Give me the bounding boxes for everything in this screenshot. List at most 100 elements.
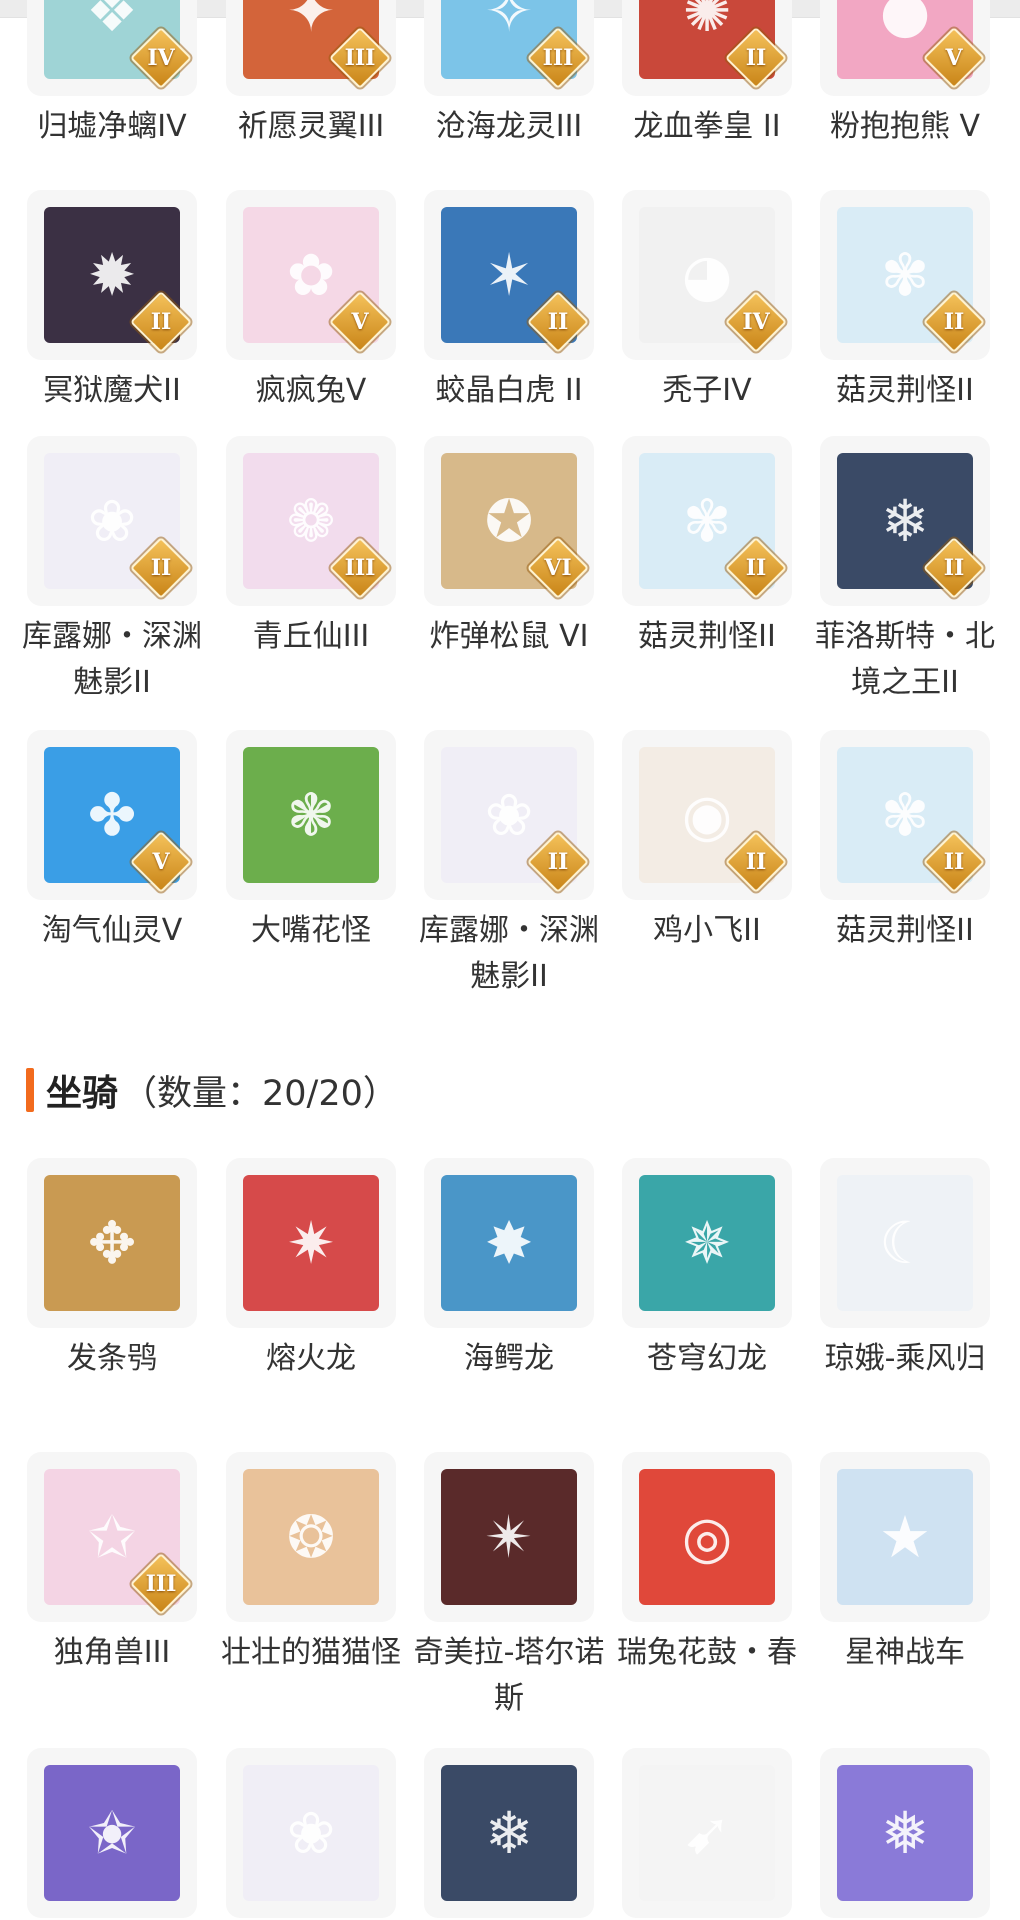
rank-badge-label: II [943,309,965,335]
item-card[interactable]: ✾ II [820,190,990,360]
item-label: 琼娥-乘风归 [824,1341,986,1376]
item-art-glyph: ✵ [682,1209,732,1277]
item-card[interactable]: ✶ II [424,190,594,360]
rank-badge-label: V [152,849,170,875]
item-card[interactable]: ✾ II [820,730,990,900]
item-card[interactable]: ✦ III [226,0,396,96]
item-card[interactable]: ❀ II [27,436,197,606]
item-label: 菇灵荆怪II [836,913,974,948]
item-art-glyph: ✸ [484,1209,534,1277]
item-label: 祈愿灵翼III [237,109,385,144]
rank-badge-label: III [344,45,376,71]
item-card[interactable]: ✬ [27,1748,197,1918]
item-label: 炸弹松鼠 VI [429,619,589,654]
item-label: 大嘴花怪 [251,913,371,948]
rank-badge-label: II [150,309,172,335]
rank-badge-label: IV [742,309,770,335]
item-art-glyph: ❄ [484,1799,534,1867]
star-horse-icon: ★ [837,1469,973,1605]
item-label: 淘气仙灵V [41,913,183,948]
item-card[interactable]: ❀ II [424,730,594,900]
item-card[interactable]: ✴ [424,1452,594,1622]
rank-badge-label: III [542,45,574,71]
rank-badge-label: II [745,849,767,875]
rank-badge-label: III [344,555,376,581]
section-title: 坐骑 [46,1073,119,1114]
item-label: 熔火龙 [266,1341,356,1376]
rank-badge-label: V [945,45,963,71]
item-label: 海鳄龙 [464,1341,554,1376]
mounts-section-header: 坐骑 （数量：20/20） [26,1066,398,1114]
item-label: 粉抱抱熊 V [829,109,981,144]
fire-dragon-icon: ✷ [243,1175,379,1311]
rank-badge-label: II [547,309,569,335]
item-art-glyph: ✴ [484,1503,534,1571]
item-label: 菲洛斯特・北境之王II [815,619,995,700]
item-label: 菇灵荆怪II [638,619,776,654]
item-label: 库露娜・深渊魅影II [419,913,599,994]
item-label: 星神战车 [845,1635,965,1670]
item-card[interactable]: ✤ V [27,730,197,900]
item-label: 鸡小飞II [653,913,761,948]
item-card[interactable]: ✪ VI [424,436,594,606]
section-accent-bar [26,1068,34,1112]
item-card[interactable]: ✧ III [424,0,594,96]
rank-badge-label: VI [544,555,572,581]
item-art-glyph: ❂ [286,1503,336,1571]
item-art-glyph: ❅ [880,1799,930,1867]
rank-badge-label: II [745,45,767,71]
item-card[interactable]: ✵ [622,1158,792,1328]
item-card[interactable]: ✺ II [622,0,792,96]
item-art-glyph: ◎ [681,1503,733,1571]
section-count: （数量：20/20） [122,1073,398,1114]
rank-badge-label: IV [147,45,175,71]
item-label: 疯疯兔V [255,373,367,408]
rank-badge-label: II [943,849,965,875]
item-card[interactable]: ★ [820,1452,990,1622]
rank-badge-label: V [351,309,369,335]
item-card[interactable]: ✿ V [226,190,396,360]
item-art-glyph: ❀ [286,1799,336,1867]
item-card[interactable]: ❄ II [820,436,990,606]
item-card[interactable]: ◉ II [622,730,792,900]
item-card[interactable]: ❖ IV [27,0,197,96]
item-label: 秃子IV [662,373,752,408]
item-card[interactable]: ✹ II [27,190,197,360]
item-art-glyph: ★ [879,1503,931,1571]
item-label: 奇美拉-塔尔诺斯 [413,1635,605,1716]
item-card[interactable]: ● V [820,0,990,96]
item-card[interactable]: ❂ [226,1452,396,1622]
item-art-glyph: ❃ [286,781,336,849]
item-card[interactable]: ❁ III [226,436,396,606]
moon-lady-icon: ☾ [837,1175,973,1311]
item-label: 库露娜・深渊魅影II [22,619,202,700]
item-label: 蛟晶白虎 II [435,373,583,408]
item-card[interactable]: ➹ [622,1748,792,1918]
item-card[interactable]: ❅ [820,1748,990,1918]
item-card[interactable]: ☾ [820,1158,990,1328]
snow-owl-icon: ❅ [837,1765,973,1901]
item-art-glyph: ☾ [879,1209,931,1277]
item-label: 冥狱魔犬II [43,373,181,408]
sky-dragon-icon: ✵ [639,1175,775,1311]
item-card[interactable]: ❀ [226,1748,396,1918]
phantom-girl-icon: ❀ [243,1765,379,1901]
purple-dragon-icon: ✬ [44,1765,180,1901]
item-card[interactable]: ◎ [622,1452,792,1622]
item-card[interactable]: ✸ [424,1158,594,1328]
drum-icon: ◎ [639,1469,775,1605]
item-card[interactable]: ❃ [226,730,396,900]
frost-king-icon: ❄ [441,1765,577,1901]
item-card[interactable]: ❄ [424,1748,594,1918]
item-card[interactable]: ✾ II [622,436,792,606]
item-card[interactable]: ✥ [27,1158,197,1328]
item-label: 沧海龙灵III [435,109,583,144]
rank-badge-label: II [745,555,767,581]
item-label: 发条鸮 [67,1341,157,1376]
item-label: 独角兽III [53,1635,171,1670]
item-art-glyph: ✥ [87,1209,137,1277]
item-card[interactable]: ◕ IV [622,190,792,360]
item-card[interactable]: ✩ III [27,1452,197,1622]
item-art-glyph: ✬ [87,1799,137,1867]
item-card[interactable]: ✷ [226,1158,396,1328]
